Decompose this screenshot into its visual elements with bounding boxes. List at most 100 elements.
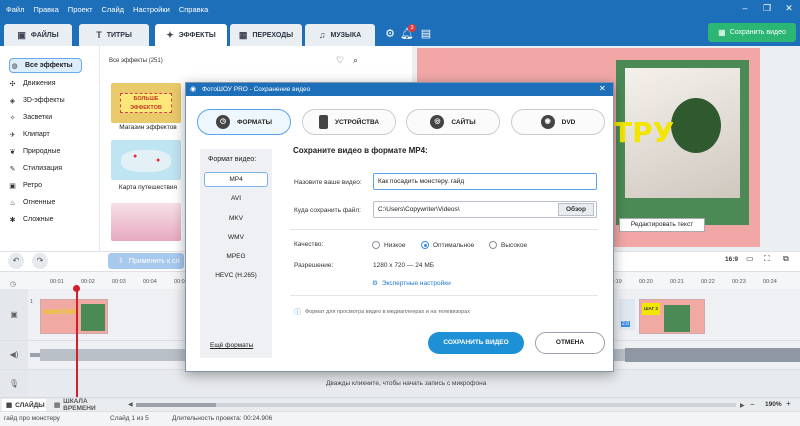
screen-icon[interactable]: ▭ — [746, 254, 754, 263]
quality-low[interactable]: Низкое — [372, 241, 405, 249]
save-video-button-top[interactable]: ▦ Сохранить видео — [708, 23, 796, 42]
format-mp4[interactable]: MP4 — [204, 172, 268, 187]
tab-sites[interactable]: ◎ САЙТЫ — [406, 109, 500, 135]
save-video-button[interactable]: СОХРАНИТЬ ВИДЕО — [428, 332, 524, 354]
menu-project[interactable]: Проект — [68, 5, 93, 14]
zoom-out-icon[interactable]: − — [750, 400, 755, 409]
browse-button[interactable]: Обзор — [558, 203, 594, 216]
effect-card-flowers[interactable] — [111, 203, 181, 241]
video-name-input[interactable]: Как посадить монстеру. гайд — [373, 173, 597, 190]
zoom-in-icon[interactable]: + — [786, 399, 791, 408]
aspect-ratio[interactable]: 16:9 — [725, 256, 738, 263]
menu-slide[interactable]: Слайд — [102, 5, 125, 14]
ruler-tick-label: 00:22 — [701, 279, 715, 285]
clock-icon: ◷ — [10, 281, 17, 288]
timeline-icon: ▤ — [54, 402, 61, 409]
sparkle-icon: ✧ — [9, 114, 16, 122]
tab-dvd[interactable]: ◉ DVD — [511, 109, 605, 135]
menu-file[interactable]: Файл — [6, 5, 24, 14]
tab-transitions[interactable]: ▦ ПЕРЕХОДЫ — [230, 24, 302, 46]
minimize-icon[interactable]: – — [738, 3, 752, 13]
pin-icon: ● — [156, 157, 161, 164]
scroll-right-icon[interactable]: ▶ — [740, 402, 745, 409]
format-mpeg[interactable]: MPEG — [204, 249, 268, 264]
effects-icon: ✦ — [166, 29, 174, 40]
sidebar-item-flares[interactable]: ✧ Засветки — [8, 110, 96, 125]
film-icon: ▦ — [718, 28, 726, 37]
expert-settings-link[interactable]: ⚙ Экспертные настройки — [372, 279, 451, 288]
quality-low-label: Низкое — [384, 241, 406, 249]
fullscreen-icon[interactable]: ⛶ — [764, 254, 770, 264]
tab-effects[interactable]: ✦ ЭФФЕКТЫ — [155, 24, 227, 46]
resolution-label: Разрешение: — [294, 262, 334, 269]
playhead[interactable] — [76, 287, 78, 397]
menu-bar: Файл Правка Проект Слайд Настройки Справ… — [6, 5, 208, 14]
more-formats-link[interactable]: Ещё форматы — [210, 342, 253, 349]
maximize-icon[interactable]: ❐ — [760, 3, 774, 14]
main-tab-bar: ▣ ФАЙЛЫ T ТИТРЫ ✦ ЭФФЕКТЫ ▦ ПЕРЕХОДЫ ♫ МУЗЫКА… — [0, 20, 800, 46]
scrollbar-thumb[interactable] — [136, 403, 216, 407]
detach-icon[interactable]: ⧉ — [783, 254, 789, 264]
timeline-scrollbar[interactable] — [136, 403, 736, 407]
effects-sidebar: ◍ Все эффекты ✣ Движения ◈ 3D-эффекты ✧ Засв… — [0, 46, 100, 251]
sidebar-item-clipart[interactable]: ✈ Клипарт — [8, 127, 96, 142]
gear-icon[interactable]: ⚙ — [382, 26, 398, 42]
sidebar-item-fire[interactable]: ♨ Огненные — [8, 195, 96, 210]
tab-music[interactable]: ♫ МУЗЫКА — [305, 24, 375, 46]
effect-card-shop[interactable]: БОЛЬШЕ ЭФФЕКТОВ — [111, 83, 181, 123]
tab-titles[interactable]: T ТИТРЫ — [79, 24, 149, 46]
ruler-tick-label: 00:04 — [143, 279, 157, 285]
playhead-handle[interactable] — [73, 285, 80, 292]
tab-timeline[interactable]: ▤ ШКАЛА ВРЕМЕНИ — [50, 398, 120, 412]
scroll-left-icon[interactable]: ◀ — [128, 402, 133, 408]
sidebar-item-nature[interactable]: ❦ Природные — [8, 144, 96, 159]
sidebar-item-stylize[interactable]: ✎ Стилизация — [8, 161, 96, 176]
menu-help[interactable]: Справка — [179, 5, 208, 14]
ruler-tick-label: 00:01 — [50, 279, 64, 285]
gallery-icon[interactable]: ▤ — [418, 26, 434, 42]
tab-formats[interactable]: ◷ ФОРМАТЫ — [197, 109, 291, 135]
close-icon[interactable]: ✕ — [782, 3, 796, 14]
transition-marker[interactable]: 2.0 — [619, 299, 635, 330]
project-name: гайд про монстеру — [4, 415, 60, 422]
sidebar-item-motion[interactable]: ✣ Движения — [8, 76, 96, 91]
search-icon[interactable]: ⌕ — [353, 55, 358, 66]
title-bar: Файл Правка Проект Слайд Настройки Справ… — [0, 0, 800, 20]
cancel-button[interactable]: ОТМЕНА — [535, 332, 605, 354]
heart-icon[interactable]: ♡ — [336, 55, 344, 66]
mic-track[interactable]: 🎙︎ Дважды кликните, чтобы начать запись … — [0, 369, 800, 397]
radio-high[interactable] — [489, 241, 497, 249]
clip-2[interactable]: ШАГ 2 — [639, 299, 705, 334]
dialog-close-icon[interactable]: ✕ — [599, 84, 606, 93]
save-video-dialog: ◉ ФотоШОУ PRO - Сохранение видео ✕ ◷ ФОРМ… — [185, 82, 614, 372]
notification-badge: 3 — [408, 24, 416, 32]
undo-icon[interactable]: ↶ — [8, 253, 24, 269]
tab-slides[interactable]: ▦ СЛАЙДЫ — [2, 399, 46, 411]
format-wmv[interactable]: WMV — [204, 230, 268, 245]
tab-files[interactable]: ▣ ФАЙЛЫ — [4, 24, 72, 46]
apply-to-slides-button[interactable]: ⇩ Применить к сл — [108, 253, 184, 269]
sidebar-item-all[interactable]: ◍ Все эффекты — [9, 58, 82, 73]
menu-edit[interactable]: Правка — [33, 5, 58, 14]
format-mkv[interactable]: MKV — [204, 211, 268, 226]
menu-settings[interactable]: Настройки — [133, 5, 170, 14]
sidebar-item-3d[interactable]: ◈ 3D-эффекты — [8, 93, 96, 108]
tab-devices[interactable]: УСТРОЙСТВА — [302, 109, 396, 135]
sidebar-item-retro[interactable]: ▣ Ретро — [8, 178, 96, 193]
clip-1[interactable]: МОНСТЕРУ — [40, 299, 108, 334]
zoom-level[interactable]: 190% — [765, 401, 782, 408]
sidebar-item-complex[interactable]: ✱ Сложные — [8, 212, 96, 227]
effect-card-map[interactable]: ● ● — [111, 140, 181, 180]
clip-number: 1 — [30, 299, 33, 305]
edit-text-button[interactable]: Редактировать текст — [619, 218, 705, 232]
radio-optimal[interactable] — [421, 241, 429, 249]
clip-thumb — [664, 305, 690, 332]
redo-icon[interactable]: ↷ — [32, 253, 48, 269]
format-hevc[interactable]: HEVC (H.265) — [204, 268, 268, 283]
ruler-tick-label: 00:20 — [639, 279, 653, 285]
quality-high[interactable]: Высокое — [489, 241, 527, 249]
quality-optimal[interactable]: Оптимальное — [421, 241, 474, 249]
sidebar-label: Засветки — [23, 114, 53, 121]
format-avi[interactable]: AVI — [204, 191, 268, 206]
radio-low[interactable] — [372, 241, 380, 249]
